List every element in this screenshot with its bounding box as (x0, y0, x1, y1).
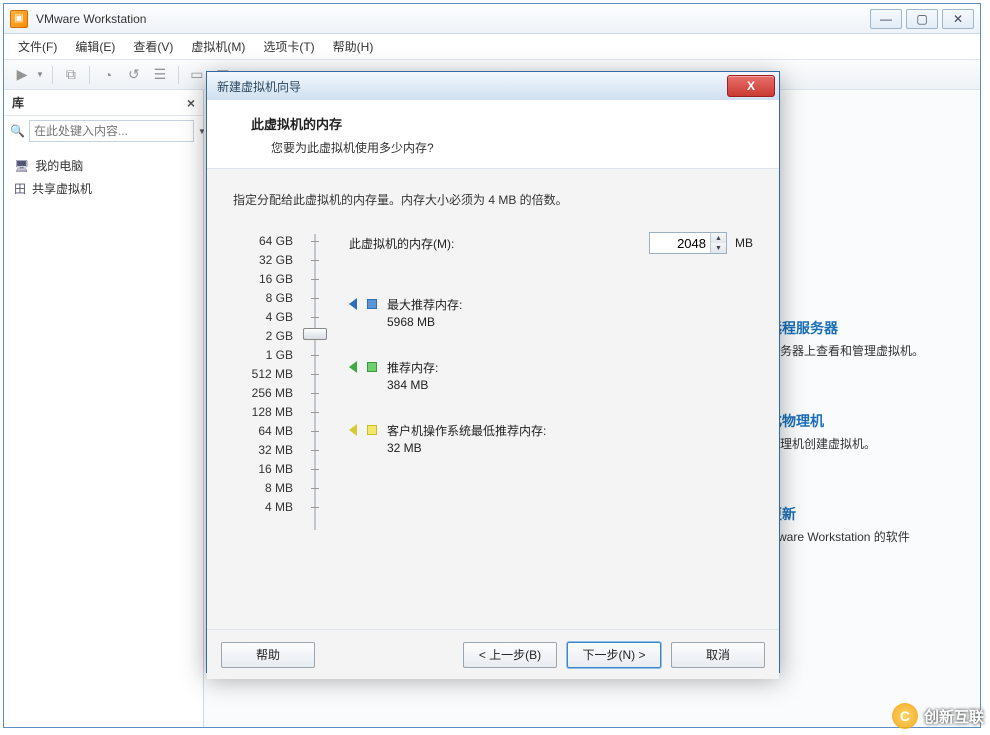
minimize-button[interactable]: — (870, 9, 902, 29)
menu-edit[interactable]: 编辑(E) (67, 34, 123, 59)
rec-marker-icon (349, 361, 357, 373)
titlebar: VMware Workstation — ▢ ✕ (4, 4, 980, 34)
sidebar-title: 库 (12, 94, 24, 111)
rec-max-label: 最大推荐内存: (387, 296, 462, 313)
memory-spinner[interactable]: ▲ ▼ (649, 232, 727, 254)
rec-max-value: 5968 MB (387, 315, 462, 329)
app-logo-icon (10, 10, 28, 28)
max-square-icon (367, 299, 377, 309)
max-marker-icon (349, 298, 357, 310)
rec-label: 推荐内存: (387, 359, 438, 376)
next-button[interactable]: 下一步(N) > (567, 642, 661, 668)
memory-slider-thumb[interactable] (303, 328, 327, 340)
min-square-icon (367, 425, 377, 435)
menu-help[interactable]: 帮助(H) (325, 34, 382, 59)
memory-input-label: 此虚拟机的内存(M): (349, 235, 454, 252)
fullscreen-icon[interactable]: ▭ (187, 65, 207, 85)
rec-min-value: 32 MB (387, 441, 546, 455)
help-button[interactable]: 帮助 (221, 642, 315, 668)
tree-item-shared-vms[interactable]: ⽥ 共享虚拟机 (14, 177, 193, 200)
min-marker-icon (349, 424, 357, 436)
watermark-logo-icon: C (892, 703, 918, 729)
new-vm-wizard-dialog: 新建虚拟机向导 X 此虚拟机的内存 您要为此虚拟机使用多少内存? 指定分配给此虚… (206, 71, 780, 673)
dialog-subheader: 您要为此虚拟机使用多少内存? (271, 139, 751, 156)
back-button[interactable]: < 上一步(B) (463, 642, 557, 668)
tree-item-my-computer[interactable]: 🖥 我的电脑 (14, 154, 193, 177)
dialog-header: 此虚拟机的内存 (251, 114, 751, 133)
computer-icon: 🖥 (14, 159, 29, 173)
tree-label: 共享虚拟机 (32, 180, 92, 197)
revert-icon[interactable]: ↺ (124, 65, 144, 85)
close-button[interactable]: ✕ (942, 9, 974, 29)
manage-icon[interactable]: ☰ (150, 65, 170, 85)
menu-view[interactable]: 查看(V) (125, 34, 181, 59)
menu-vm[interactable]: 虚拟机(M) (183, 34, 253, 59)
tree-label: 我的电脑 (35, 157, 83, 174)
cancel-button[interactable]: 取消 (671, 642, 765, 668)
search-input[interactable] (29, 120, 194, 142)
suspend-icon[interactable]: ⧉ (61, 65, 81, 85)
memory-slider-track[interactable] (303, 232, 327, 532)
menubar: 文件(F) 编辑(E) 查看(V) 虚拟机(M) 选项卡(T) 帮助(H) (4, 34, 980, 60)
menu-tabs[interactable]: 选项卡(T) (255, 34, 322, 59)
dialog-title: 新建虚拟机向导 (217, 78, 301, 95)
watermark: C 创新互联 (892, 703, 984, 729)
snapshot-icon[interactable]: ◔ (98, 65, 118, 85)
search-icon: 🔍 (10, 124, 25, 138)
memory-scale-labels: 64 GB32 GB16 GB8 GB4 GB2 GB1 GB512 MB256… (233, 232, 293, 532)
spinner-up-icon[interactable]: ▲ (711, 233, 726, 243)
home-card-remote[interactable]: 远程服务器 服务器上查看和管理虚拟机。 (760, 318, 980, 361)
memory-input[interactable] (650, 234, 710, 253)
sidebar: 库 × 🔍 ▼ 🖥 我的电脑 ⽥ 共享虚拟机 (4, 90, 204, 727)
maximize-button[interactable]: ▢ (906, 9, 938, 29)
memory-unit: MB (735, 236, 753, 250)
window-title: VMware Workstation (36, 12, 870, 26)
dialog-close-button[interactable]: X (727, 75, 775, 97)
home-card-update[interactable]: 更新 Mware Workstation 的软件 (760, 504, 980, 547)
rec-value: 384 MB (387, 378, 438, 392)
shared-icon: ⽥ (14, 180, 26, 197)
power-icon[interactable]: ▶ (12, 65, 32, 85)
home-card-p2v[interactable]: 化物理机 物理机创建虚拟机。 (760, 411, 980, 454)
rec-min-label: 客户机操作系统最低推荐内存: (387, 422, 546, 439)
menu-file[interactable]: 文件(F) (10, 34, 65, 59)
dialog-description: 指定分配给此虚拟机的内存量。内存大小必须为 4 MB 的倍数。 (233, 191, 753, 208)
sidebar-close-icon[interactable]: × (187, 95, 195, 111)
watermark-text: 创新互联 (924, 706, 984, 727)
spinner-down-icon[interactable]: ▼ (711, 243, 726, 253)
rec-square-icon (367, 362, 377, 372)
